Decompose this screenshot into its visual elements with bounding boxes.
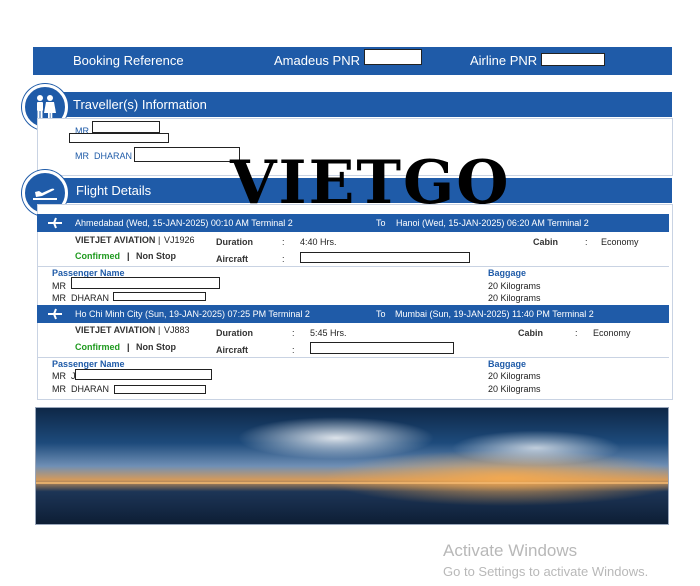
flight-2-cabin-label: Cabin — [518, 328, 544, 338]
flight-2-passenger-header: Passenger Name — [52, 359, 125, 369]
amadeus-pnr-redaction — [364, 49, 422, 65]
traveller-name-2: MR DHARAN — [75, 151, 133, 161]
flight-2-baggage-1: 20 Kilograms — [488, 371, 541, 381]
traveller-name-2-redaction — [134, 147, 240, 162]
flight-2-route-bar: Ho Chi Minh City (Sun, 19-JAN-2025) 07:2… — [37, 305, 669, 323]
flight-1-divider — [37, 266, 669, 267]
airplane-icon — [48, 308, 62, 320]
airline-pnr-redaction — [541, 53, 605, 66]
flight-2-passenger-2: MR DHARAN — [52, 384, 110, 394]
stormy-sea-banner-image — [35, 407, 669, 525]
flight-2-aircraft-redaction — [310, 342, 454, 354]
airline-pnr-label: Airline PNR : — [470, 53, 545, 68]
flight-1-cabin-label: Cabin — [533, 237, 559, 247]
flight-1-duration: 4:40 Hrs. — [300, 237, 337, 247]
flight-1-to-label: To — [376, 218, 386, 228]
flight-1-baggage-1: 20 Kilograms — [488, 281, 541, 291]
traveller-info-title: Traveller(s) Information — [73, 97, 207, 112]
flight-1-passenger-1-redaction — [71, 277, 220, 289]
horizon-glow — [36, 482, 668, 484]
flight-1-cabin: Economy — [601, 237, 639, 247]
traveller-info-header: Traveller(s) Information — [33, 92, 672, 117]
flight-1-passenger-1: MR — [52, 281, 66, 291]
airplane-icon — [48, 217, 62, 229]
flight-2-number: VJ883 — [164, 325, 190, 335]
booking-reference-label: Booking Reference — [73, 53, 184, 68]
flight-2-duration-label: Duration — [216, 328, 253, 338]
flight-2-departure: Ho Chi Minh City (Sun, 19-JAN-2025) 07:2… — [75, 309, 310, 319]
flight-1-airline: VIETJET AVIATION — [75, 235, 156, 245]
flight-1-pipe-2: | — [127, 251, 130, 261]
flight-2-duration-colon: : — [292, 328, 295, 338]
flight-1-baggage-header: Baggage — [488, 268, 527, 278]
flight-2-passenger-1-redaction — [75, 369, 212, 380]
flight-1-cabin-colon: : — [585, 237, 588, 247]
flight-1-aircraft-label: Aircraft — [216, 254, 249, 264]
flight-1-status: Confirmed — [75, 251, 120, 261]
flight-2-arrival: Mumbai (Sun, 19-JAN-2025) 11:40 PM Termi… — [395, 309, 594, 319]
flight-2-divider — [37, 357, 669, 358]
flight-1-aircraft-redaction — [300, 252, 470, 263]
flight-1-number: VJ1926 — [164, 235, 195, 245]
amadeus-pnr-label: Amadeus PNR : I — [274, 53, 375, 68]
flight-2-status: Confirmed — [75, 342, 120, 352]
activate-windows-title: Activate Windows — [443, 541, 578, 560]
flight-2-cabin-colon: : — [575, 328, 578, 338]
flight-1-duration-colon: : — [282, 237, 285, 247]
flight-1-baggage-2: 20 Kilograms — [488, 293, 541, 303]
flight-2-stops: Non Stop — [136, 342, 176, 352]
traveller-name-1-redaction — [92, 121, 160, 133]
flight-2-baggage-header: Baggage — [488, 359, 527, 369]
flight-2-baggage-2: 20 Kilograms — [488, 384, 541, 394]
flight-2-airline: VIETJET AVIATION — [75, 325, 156, 335]
activate-windows-subtitle[interactable]: Go to Settings to activate Windows. — [443, 564, 648, 579]
flight-1-arrival: Hanoi (Wed, 15-JAN-2025) 06:20 AM Termin… — [396, 218, 589, 228]
flight-2-passenger-1: MR J — [52, 371, 76, 381]
flight-details-title: Flight Details — [76, 183, 152, 198]
flight-1-stops: Non Stop — [136, 251, 176, 261]
flight-1-pipe: | — [158, 235, 161, 245]
flight-1-passenger-2-redaction — [113, 292, 206, 301]
traveller-name-1b-redaction — [69, 133, 169, 143]
flight-2-passenger-2-redaction — [114, 385, 206, 394]
flight-1-aircraft-colon: : — [282, 254, 285, 264]
flight-2-to-label: To — [376, 309, 386, 319]
flight-1-duration-label: Duration — [216, 237, 253, 247]
flight-2-aircraft-colon: : — [292, 345, 295, 355]
vietgo-watermark: VIETGO — [230, 148, 511, 218]
flight-2-pipe: | — [158, 325, 161, 335]
flight-2-aircraft-label: Aircraft — [216, 345, 249, 355]
flight-2-cabin: Economy — [593, 328, 631, 338]
flight-1-passenger-2: MR DHARAN — [52, 293, 110, 303]
flight-2-pipe-2: | — [127, 342, 130, 352]
flight-1-departure: Ahmedabad (Wed, 15-JAN-2025) 00:10 AM Te… — [75, 218, 293, 228]
flight-2-duration: 5:45 Hrs. — [310, 328, 347, 338]
